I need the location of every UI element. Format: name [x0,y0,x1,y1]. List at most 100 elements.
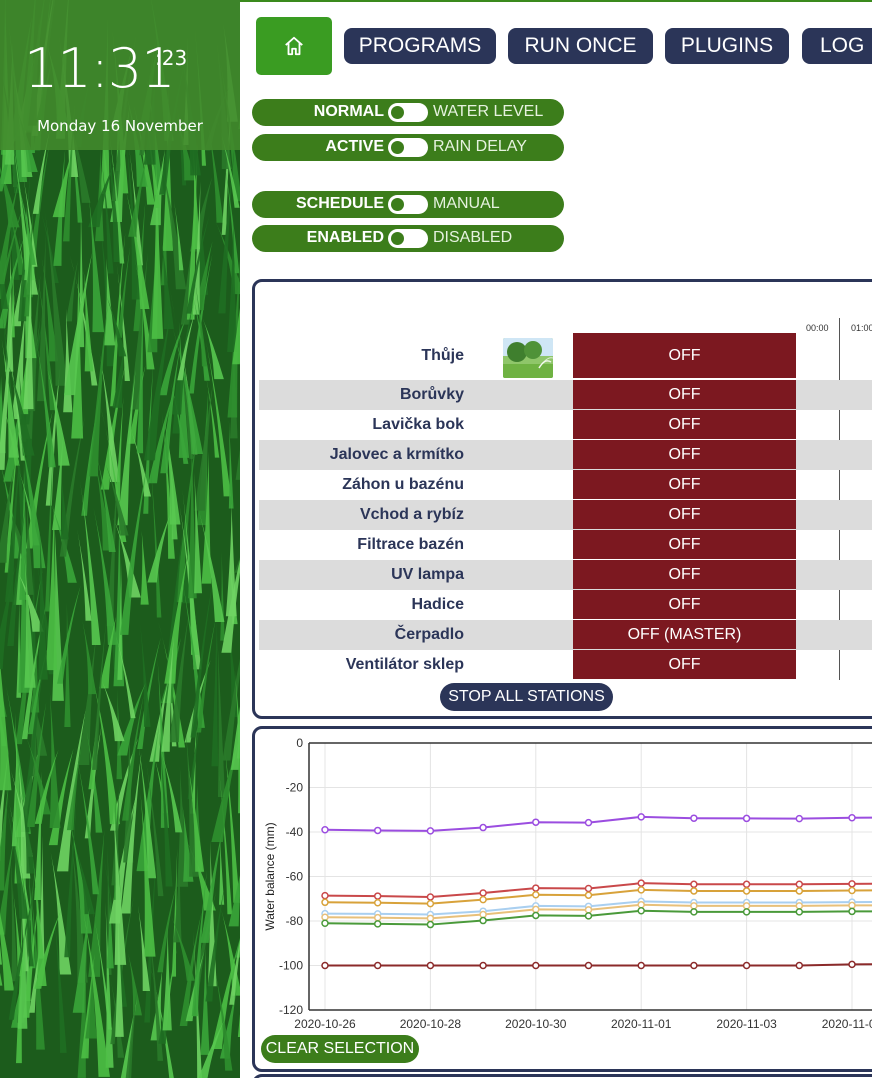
station-status-button[interactable]: OFF [573,440,796,469]
station-status-button[interactable]: OFF [573,410,796,439]
station-status-button[interactable]: OFF [573,333,796,378]
data-point[interactable] [690,880,698,889]
data-point[interactable] [742,902,751,910]
data-point[interactable] [373,899,382,907]
water-balance-chart[interactable]: 0 -20 -40 -60 -80 -100 -1202020-10-26 2020-10-2… [255,729,872,1072]
data-point[interactable] [795,814,804,823]
station-status-button[interactable]: OFF [573,530,796,559]
system-enabled-toggle[interactable]: ENABLED DISABLED [252,225,564,252]
data-point[interactable] [479,823,487,832]
data-point[interactable] [795,908,804,916]
data-point[interactable] [848,901,856,910]
clear-selection-button[interactable]: CLEAR SELECTION [261,1035,419,1063]
data-point[interactable] [532,961,540,970]
data-point[interactable] [742,908,751,916]
rain-delay-toggle[interactable]: ACTIVE RAIN DELAY [252,134,564,161]
home-button[interactable] [256,17,332,75]
data-point[interactable] [373,913,382,922]
data-point[interactable] [532,818,540,826]
toggle-switch[interactable] [388,103,428,122]
station-name[interactable]: Vchod a rybíz [360,500,464,530]
nav-programs-button[interactable]: PROGRAMS [344,28,496,64]
station-name[interactable]: Hadice [412,590,464,620]
data-point[interactable] [584,818,593,827]
station-name[interactable]: Filtrace bazén [357,530,464,560]
data-point[interactable] [373,892,382,900]
data-point[interactable] [479,889,487,897]
station-name[interactable]: Záhon u bazénu [342,470,464,500]
series-line[interactable] [325,963,872,967]
data-point[interactable] [848,886,856,895]
series-line[interactable] [324,815,872,832]
data-point[interactable] [637,813,645,821]
toggle-switch[interactable] [388,229,428,248]
nav-plugins-button[interactable]: PLUGINS [665,28,789,64]
data-point[interactable] [321,919,329,927]
station-status-button[interactable]: OFF [573,590,796,619]
data-point[interactable] [795,887,804,895]
station-name[interactable]: Jalovec a krmítko [330,440,464,470]
data-point[interactable] [373,920,382,928]
data-point[interactable] [426,899,435,908]
data-point[interactable] [321,961,329,970]
data-point[interactable] [584,891,593,899]
data-point[interactable] [637,886,645,894]
station-name[interactable]: Borůvky [400,380,464,410]
data-point[interactable] [584,906,593,914]
data-point[interactable] [690,961,698,970]
nav-run-once-button[interactable]: RUN ONCE [508,28,653,64]
station-status-button[interactable]: OFF [573,500,796,529]
data-point[interactable] [848,814,856,822]
data-point[interactable] [426,914,435,923]
data-point[interactable] [690,887,698,895]
data-point[interactable] [321,913,329,921]
data-point[interactable] [690,814,698,822]
water-level-toggle[interactable]: NORMAL WATER LEVEL [252,99,564,126]
data-point[interactable] [426,893,435,901]
data-point[interactable] [795,961,804,970]
station-status-button[interactable]: OFF (MASTER) [573,620,796,649]
data-point[interactable] [532,911,540,920]
data-point[interactable] [373,961,382,970]
station-name[interactable]: Thůje [421,333,464,378]
data-point[interactable] [321,826,329,834]
station-status-button[interactable]: OFF [573,560,796,589]
station-name[interactable]: Čerpadlo [395,620,464,650]
data-point[interactable] [479,961,487,970]
station-name[interactable]: UV lampa [391,560,464,590]
nav-log-button[interactable]: LOG [802,28,872,64]
station-name[interactable]: Ventilátor sklep [346,650,464,680]
toggle-switch[interactable] [388,195,428,214]
data-point[interactable] [690,908,698,916]
data-point[interactable] [584,912,593,920]
data-point[interactable] [373,826,382,835]
station-name[interactable]: Lavička bok [372,410,464,440]
data-point[interactable] [532,905,540,914]
data-point[interactable] [321,898,329,907]
data-point[interactable] [848,880,856,888]
stop-all-stations-button[interactable]: STOP ALL STATIONS [440,683,613,711]
data-point[interactable] [742,880,751,889]
data-point[interactable] [742,814,751,823]
data-point[interactable] [637,907,645,915]
data-point[interactable] [690,902,698,910]
data-point[interactable] [795,902,804,910]
data-point[interactable] [426,961,435,970]
data-point[interactable] [637,901,645,909]
data-point[interactable] [479,916,487,925]
data-point[interactable] [848,960,856,969]
data-point[interactable] [426,827,435,835]
data-point[interactable] [321,891,329,900]
data-point[interactable] [532,884,540,892]
data-point[interactable] [848,907,856,916]
data-point[interactable] [742,887,751,895]
data-point[interactable] [584,961,593,970]
data-point[interactable] [637,879,645,887]
data-point[interactable] [742,961,751,970]
station-status-button[interactable]: OFF [573,470,796,499]
data-point[interactable] [479,910,487,919]
data-point[interactable] [584,884,593,893]
manual-mode-toggle[interactable]: SCHEDULE MANUAL [252,191,564,218]
toggle-switch[interactable] [388,138,428,157]
data-point[interactable] [532,890,540,899]
